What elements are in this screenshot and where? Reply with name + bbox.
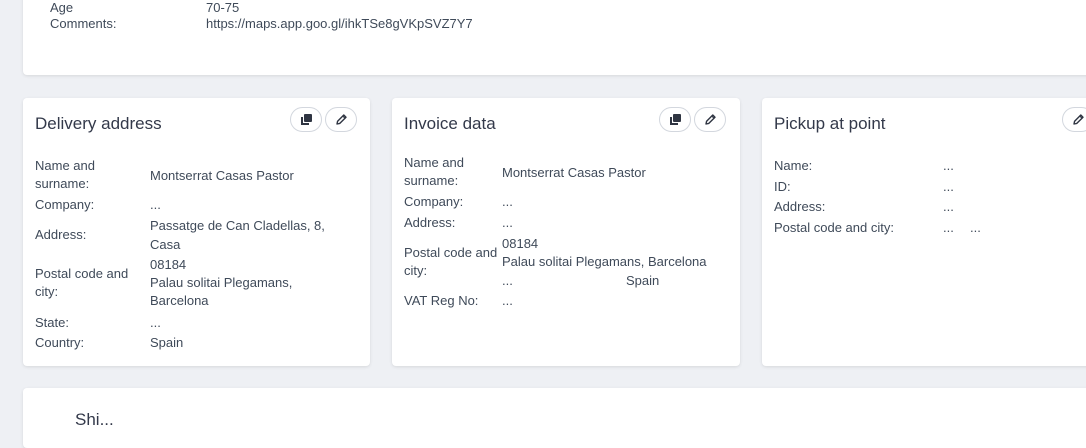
copy-icon xyxy=(669,114,681,125)
city-value-line1: Palau solitai Plegamans, xyxy=(150,275,293,290)
extra-value: ... xyxy=(502,273,513,288)
company-value: ... xyxy=(502,194,513,209)
invoice-data-card: Invoice data Name and surname: Montserra… xyxy=(392,98,740,366)
state-value: ... xyxy=(150,315,161,330)
address-value: ... xyxy=(502,215,513,230)
info-value: 70-75 xyxy=(206,0,240,15)
edit-button[interactable] xyxy=(325,107,357,132)
customer-info-card: Age 70-75 Comments: https://maps.app.goo… xyxy=(23,0,1086,75)
copy-icon xyxy=(300,114,312,125)
address-label: Address: xyxy=(404,215,456,230)
address-value: ... xyxy=(943,199,954,214)
vat-label: VAT Reg No: xyxy=(404,293,479,308)
name-value: ... xyxy=(943,158,954,173)
city-value: ... xyxy=(970,220,981,235)
edit-button[interactable] xyxy=(694,107,726,132)
city-value: Palau solitai Plegamans, Barcelona xyxy=(502,254,707,269)
address-label: Address: xyxy=(774,199,826,214)
card-title: Shi... xyxy=(75,410,114,429)
pencil-icon xyxy=(1072,114,1084,125)
postal-code-value: ... xyxy=(943,220,954,235)
shipping-card: Shi... xyxy=(23,388,1086,448)
company-label: Company: xyxy=(404,194,464,209)
address-value-line2: Casa xyxy=(150,237,181,252)
postal-code-value: 08184 xyxy=(150,257,187,272)
postal-label: Postal code and city: xyxy=(35,266,129,299)
name-label: Name: xyxy=(774,158,813,173)
address-value-line1: Passatge de Can Cladellas, 8, xyxy=(150,218,325,233)
address-label: Address: xyxy=(35,227,87,242)
country-label: Country: xyxy=(35,335,85,350)
city-value-line2: Barcelona xyxy=(150,293,209,308)
name-value: Montserrat Casas Pastor xyxy=(150,168,294,183)
postal-code-value: 08184 xyxy=(502,236,539,251)
name-label: Name and surname: xyxy=(404,155,464,188)
country-value: Spain xyxy=(626,273,660,288)
card-title: Invoice data xyxy=(404,114,496,133)
edit-button[interactable] xyxy=(1062,107,1086,132)
pencil-icon xyxy=(335,114,347,125)
postal-label: Postal code and city: xyxy=(774,220,894,235)
id-value: ... xyxy=(943,179,954,194)
copy-button[interactable] xyxy=(290,107,322,132)
company-value: ... xyxy=(150,197,161,212)
delivery-address-card: Delivery address Name and surname: Monts… xyxy=(23,98,370,366)
comments-link[interactable]: https://maps.app.goo.gl/ihkTSe8gVKpSVZ7Y… xyxy=(206,16,473,32)
card-title: Pickup at point xyxy=(774,114,886,133)
name-label: Name and surname: xyxy=(35,158,95,191)
pickup-point-card: Pickup at point Name: ... ID: ... Addres… xyxy=(762,98,1086,366)
card-title: Delivery address xyxy=(35,114,162,133)
info-label: Comments: xyxy=(50,16,117,31)
country-value: Spain xyxy=(150,335,184,350)
postal-label: Postal code and city: xyxy=(404,245,498,278)
state-label: State: xyxy=(35,315,69,330)
info-label: Age xyxy=(50,0,74,15)
id-label: ID: xyxy=(774,179,791,194)
name-value: Montserrat Casas Pastor xyxy=(502,165,646,180)
company-label: Company: xyxy=(35,197,95,212)
copy-button[interactable] xyxy=(659,107,691,132)
vat-value: ... xyxy=(502,293,513,308)
pencil-icon xyxy=(704,114,716,125)
